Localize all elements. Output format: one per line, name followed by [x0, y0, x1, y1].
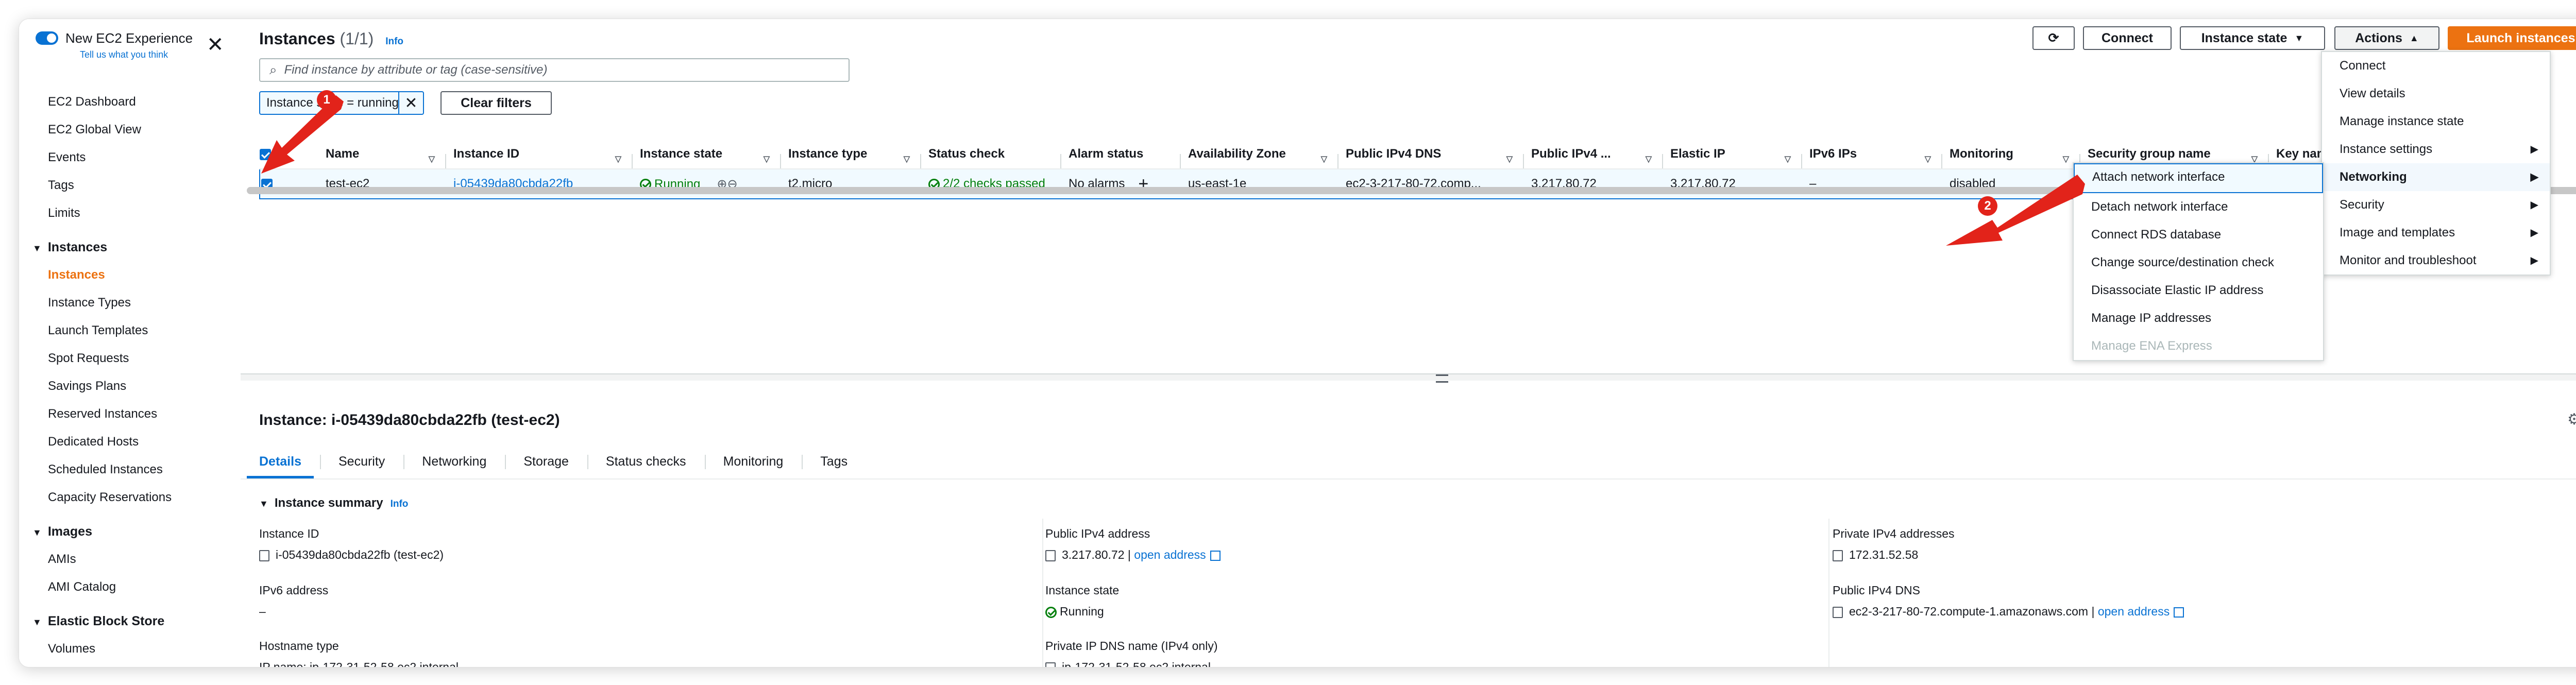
annotation-overlay [261, 95, 2085, 246]
browser-frame: New EC2 Experience Tell us what you thin… [19, 19, 2576, 667]
annotation-badge-1: 1 [317, 90, 336, 110]
annotation-arrow-2 [1946, 175, 2085, 246]
annotation-badge-2: 2 [1978, 196, 1997, 216]
